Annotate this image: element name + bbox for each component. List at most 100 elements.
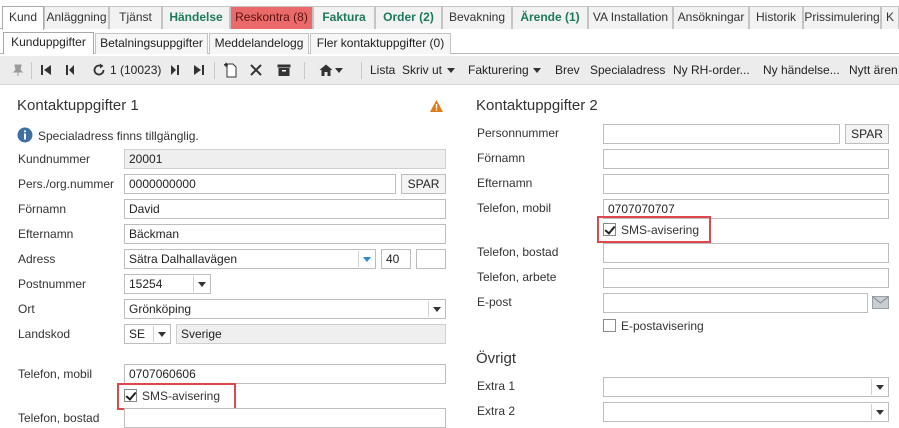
toolbar: 1 (10023) Lista Skriv ut Fakturering Bre… — [0, 56, 899, 85]
specialadress-button[interactable]: Specialadress — [590, 61, 665, 80]
first-record-icon[interactable] — [38, 62, 54, 78]
epost-label: E-post — [477, 295, 512, 309]
spar-button-contact2[interactable]: SPAR — [845, 124, 889, 144]
fornamn-label: Förnamn — [18, 202, 67, 216]
adress-nr-field[interactable]: 40 — [381, 249, 411, 269]
info-icon — [17, 127, 33, 143]
section-title-contact2: Kontaktuppgifter 2 — [476, 97, 598, 114]
efternamn-field-contact2[interactable] — [603, 174, 889, 194]
tab-faktura[interactable]: Faktura — [313, 6, 375, 29]
postnummer-label: Postnummer — [18, 277, 87, 291]
section-title-contact1: Kontaktuppgifter 1 — [17, 97, 139, 114]
tab-va-installation[interactable]: VA Installation — [588, 6, 673, 29]
extra2-combobox[interactable] — [603, 402, 889, 422]
extra1-label: Extra 1 — [477, 379, 516, 393]
tel-mobil-field-contact1[interactable]: 0707060606 — [124, 364, 446, 384]
kundnummer-label: Kundnummer — [18, 152, 91, 166]
landskod-value: SE — [129, 327, 146, 341]
land-field: Sverige — [176, 324, 446, 344]
sub-tab-bar: Kunduppgifter Betalningsuppgifter Meddel… — [0, 31, 899, 54]
adress-letter-field[interactable] — [416, 249, 446, 269]
next-record-icon[interactable] — [167, 62, 183, 78]
tab-tjanst[interactable]: Tjänst — [109, 6, 162, 29]
tab-reskontra[interactable]: Reskontra (8) — [230, 6, 313, 29]
chevron-down-icon[interactable] — [871, 404, 887, 420]
ny-handelse-button[interactable]: Ny händelse... — [763, 61, 840, 80]
home-icon[interactable] — [318, 62, 334, 78]
tel-bostad-field-contact2[interactable] — [603, 243, 889, 263]
tab-ansokningar[interactable]: Ansökningar — [673, 6, 749, 29]
ort-value: Grönköping — [129, 302, 192, 316]
postnummer-value: 15254 — [129, 277, 163, 291]
pin-icon[interactable] — [10, 62, 26, 78]
toolbar-separator — [214, 62, 215, 79]
tel-mobil-label-contact1: Telefon, mobil — [18, 367, 93, 381]
spar-button-contact1[interactable]: SPAR — [401, 174, 446, 194]
tab-bevakning[interactable]: Bevakning — [442, 6, 512, 29]
last-record-icon[interactable] — [191, 62, 207, 78]
persorg-field[interactable]: 0000000000 — [124, 174, 396, 194]
fornamn-field-contact2[interactable] — [603, 149, 889, 169]
personnummer-field[interactable] — [603, 124, 840, 144]
chevron-down-icon[interactable] — [428, 301, 444, 317]
sms-checkbox-contact1[interactable] — [124, 389, 137, 402]
tab-fler-kontaktuppgifter[interactable]: Fler kontaktuppgifter (0) — [310, 33, 451, 54]
tel-bostad-label-contact2: Telefon, bostad — [477, 245, 559, 259]
chevron-down-icon[interactable] — [358, 251, 374, 267]
refresh-icon[interactable] — [91, 62, 107, 78]
fornamn-field[interactable]: David — [124, 199, 446, 219]
postnummer-combobox[interactable]: 15254 — [124, 274, 211, 294]
chevron-down-icon[interactable] — [193, 276, 209, 292]
tab-historik[interactable]: Historik — [749, 6, 803, 29]
skriv-ut-button[interactable]: Skriv ut — [402, 61, 442, 80]
brev-button[interactable]: Brev — [555, 61, 580, 80]
tab-kund[interactable]: Kund — [2, 6, 44, 30]
archive-icon[interactable] — [276, 62, 292, 78]
kundnummer-field: 20001 — [124, 149, 446, 169]
chevron-down-icon[interactable] — [532, 62, 542, 78]
tel-arbete-field[interactable] — [603, 268, 889, 288]
tab-order[interactable]: Order (2) — [375, 6, 442, 29]
extra1-combobox[interactable] — [603, 377, 889, 397]
extra2-label: Extra 2 — [477, 404, 516, 418]
adress-combobox[interactable]: Sätra Dalhallavägen — [124, 249, 376, 269]
epost-field[interactable] — [603, 293, 868, 313]
section-title-ovrigt: Övrigt — [476, 350, 517, 367]
email-icon[interactable] — [872, 296, 889, 309]
ort-combobox[interactable]: Grönköping — [124, 299, 446, 319]
persorg-label: Pers./org.nummer — [18, 177, 115, 191]
main-tab-bar: Kund Anläggning Tjänst Händelse Reskontr… — [0, 6, 899, 30]
tab-anlaggning[interactable]: Anläggning — [44, 6, 109, 29]
chevron-down-icon[interactable] — [446, 62, 456, 78]
special-address-info: Specialadress finns tillgänglig. — [38, 129, 199, 143]
tel-bostad-field-contact1[interactable] — [124, 408, 446, 428]
nytt-arende-button[interactable]: Nytt ären — [849, 61, 898, 80]
tab-meddelandelogg[interactable]: Meddelandelogg — [209, 33, 309, 54]
lista-button[interactable]: Lista — [370, 61, 395, 80]
sms-checkbox-contact2[interactable] — [603, 223, 616, 236]
landskod-combobox[interactable]: SE — [124, 324, 171, 344]
tab-handelse[interactable]: Händelse — [162, 6, 230, 29]
tab-prissimulering[interactable]: Prissimulering — [803, 6, 881, 29]
home-dropdown-icon[interactable] — [334, 62, 344, 78]
fornamn-label-contact2: Förnamn — [477, 151, 526, 165]
epostavisering-checkbox[interactable] — [603, 319, 616, 332]
toolbar-separator — [361, 62, 362, 79]
delete-icon[interactable] — [248, 62, 264, 78]
new-document-icon[interactable] — [222, 62, 238, 78]
efternamn-label: Efternamn — [18, 227, 74, 241]
warning-icon[interactable] — [429, 99, 444, 113]
tab-betalningsuppgifter[interactable]: Betalningsuppgifter — [95, 33, 208, 54]
tab-kunduppgifter[interactable]: Kunduppgifter — [3, 32, 94, 54]
tab-arende[interactable]: Ärende (1) — [512, 6, 588, 29]
previous-record-icon[interactable] — [62, 62, 78, 78]
sms-label-contact1: SMS-avisering — [142, 389, 221, 403]
efternamn-field[interactable]: Bäckman — [124, 224, 446, 244]
ny-rh-order-button[interactable]: Ny RH-order... — [673, 61, 750, 80]
chevron-down-icon[interactable] — [153, 326, 169, 342]
fakturering-button[interactable]: Fakturering — [468, 61, 529, 80]
sms-label-contact2: SMS-avisering — [621, 223, 700, 237]
chevron-down-icon[interactable] — [871, 379, 887, 395]
ort-label: Ort — [18, 302, 35, 316]
tab-k[interactable]: K — [881, 6, 899, 29]
